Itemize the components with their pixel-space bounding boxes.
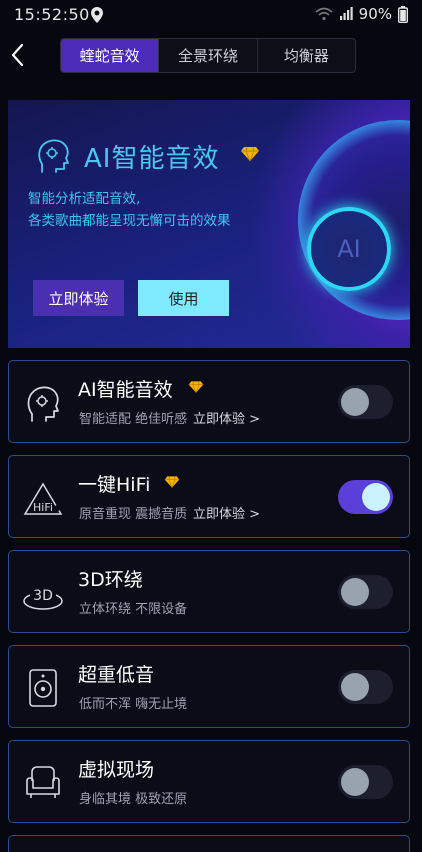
effect-subtitle: 原音重现 震撼音质 (79, 507, 188, 522)
premium-gem-icon (188, 381, 204, 393)
svg-text:3D: 3D (33, 588, 53, 604)
effect-subtitle: 低而不浑 嗨无止境 (79, 697, 188, 712)
banner-title: AI智能音效 (84, 144, 220, 174)
status-time: 15:52:50 (14, 5, 90, 24)
banner-desc-line-2: 各类歌曲都能呈现无懈可击的效果 (28, 213, 231, 229)
effect-card-3d: 3D 3D环绕 立体环绕 不限设备 (8, 550, 410, 633)
effect-tabs: 蝰蛇音效 全景环绕 均衡器 (60, 38, 356, 73)
surround-3d-toggle[interactable] (338, 575, 393, 609)
toggle-knob (341, 673, 369, 701)
ai-head-icon (27, 386, 59, 422)
effect-subtitle: 智能适配 绝佳听感 (79, 412, 188, 427)
effect-title: AI智能音效 (78, 379, 173, 401)
try-now-link[interactable]: 立即体验 > (193, 503, 260, 522)
wifi-icon (315, 7, 333, 21)
effect-title: 超重低音 (78, 664, 155, 686)
ai-head-icon (38, 139, 69, 173)
battery-icon (398, 5, 408, 23)
effect-card-hifi: HiFi 一键HiFi 原音重现 震撼音质 立即体验 > (8, 455, 410, 538)
premium-gem-icon (241, 146, 259, 162)
banner-desc-line-1: 智能分析适配音效, (28, 191, 141, 207)
battery-percent: 90% (358, 5, 392, 23)
top-bar: 蝰蛇音效 全景环绕 均衡器 (0, 30, 422, 82)
effect-title: 一键HiFi (78, 474, 151, 496)
effect-subtitle: 立体环绕 不限设备 (79, 602, 188, 617)
try-now-button[interactable]: 立即体验 (33, 280, 124, 316)
effect-card-virtual-live: 虚拟现场 身临其境 极致还原 (8, 740, 410, 823)
toggle-knob (341, 388, 369, 416)
effect-card-ai: AI智能音效 智能适配 绝佳听感 立即体验 > (8, 360, 410, 443)
svg-text:HiFi: HiFi (33, 501, 53, 514)
toggle-knob (341, 768, 369, 796)
status-bar: 15:52:50 90% (0, 0, 422, 30)
back-button[interactable] (4, 40, 30, 70)
banner-description: 智能分析适配音效, 各类歌曲都能呈现无懈可击的效果 (28, 188, 231, 232)
hifi-toggle[interactable] (338, 480, 393, 514)
speaker-icon (29, 669, 57, 707)
ai-effect-toggle[interactable] (338, 385, 393, 419)
tab-viper-effects[interactable]: 蝰蛇音效 (61, 39, 160, 72)
use-button[interactable]: 使用 (138, 280, 229, 316)
effect-title: 3D环绕 (78, 569, 143, 591)
virtual-live-toggle[interactable] (338, 765, 393, 799)
effect-title: 虚拟现场 (78, 759, 155, 781)
toggle-knob (362, 483, 390, 511)
navigation-icon (91, 7, 103, 23)
signal-icon (339, 7, 353, 20)
toggle-knob (341, 578, 369, 606)
tab-panoramic-surround[interactable]: 全景环绕 (159, 39, 258, 72)
try-now-link[interactable]: 立即体验 > (193, 408, 260, 427)
surround-3d-icon: 3D (23, 585, 63, 610)
armchair-icon (26, 766, 60, 798)
effect-subtitle: 身临其境 极致还原 (79, 792, 188, 807)
effect-card-bass: 超重低音 低而不浑 嗨无止境 (8, 645, 410, 728)
ai-disc-icon: AI (307, 207, 391, 291)
bass-toggle[interactable] (338, 670, 393, 704)
chevron-left-icon (11, 43, 24, 67)
effect-card-partial (8, 835, 410, 852)
status-indicators: 90% (315, 5, 408, 23)
premium-gem-icon (164, 476, 180, 488)
hifi-icon: HiFi (23, 482, 63, 515)
tab-equalizer[interactable]: 均衡器 (258, 39, 355, 72)
